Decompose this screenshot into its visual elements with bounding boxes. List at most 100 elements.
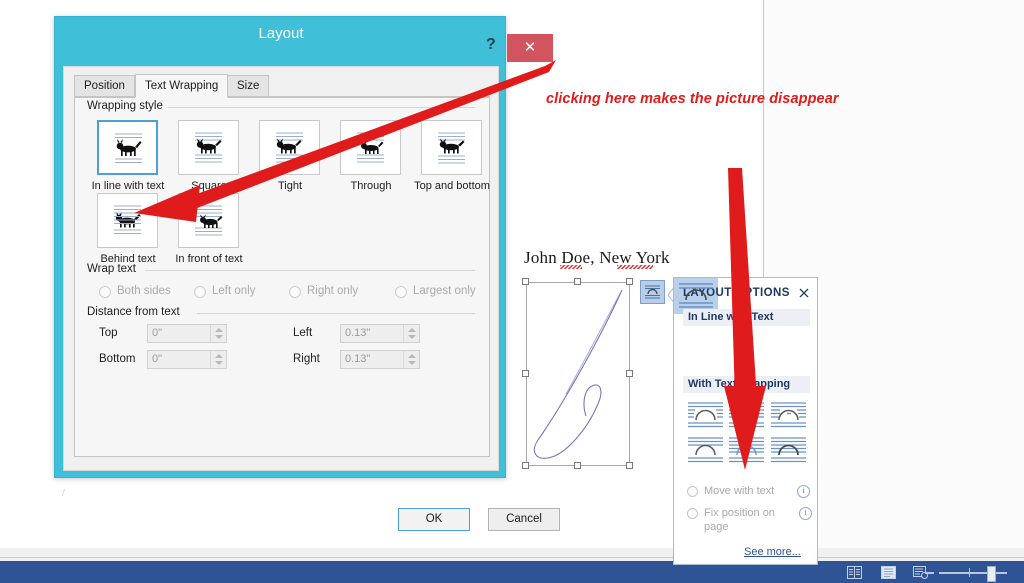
radio-fix-position-label: Fix position on page bbox=[704, 507, 775, 533]
layout-option-tight[interactable] bbox=[728, 400, 765, 430]
info-icon[interactable]: i bbox=[797, 485, 810, 498]
tab-text-wrapping[interactable]: Text Wrapping bbox=[135, 74, 229, 98]
wrap-inline-icon bbox=[645, 285, 660, 299]
info-icon[interactable]: i bbox=[799, 507, 812, 520]
resize-handle-e[interactable] bbox=[626, 370, 633, 377]
spinner-up-icon[interactable] bbox=[215, 354, 223, 358]
wrap-label: In line with text bbox=[91, 180, 165, 192]
wrap-behind-icon bbox=[729, 437, 764, 463]
layout-options-anchor-button[interactable] bbox=[640, 280, 665, 304]
wrap-label: Tight bbox=[277, 180, 303, 192]
resize-handle-w[interactable] bbox=[522, 370, 529, 377]
layout-options-panel: LAYOUT OPTIONS In Line with Text With Te… bbox=[673, 277, 818, 565]
dialog-body: Position Text Wrapping Size Wrapping sty… bbox=[63, 66, 560, 531]
radio-move-with-text-label: Move with text bbox=[704, 485, 775, 497]
layout-option-behind-text[interactable] bbox=[728, 435, 765, 465]
field-label: Left bbox=[293, 327, 313, 339]
signature-drawing bbox=[533, 289, 623, 459]
dialog-title: Layout bbox=[258, 25, 304, 42]
wrap-thumb[interactable] bbox=[97, 193, 158, 248]
group-label-distance-from-text: Distance from text bbox=[87, 306, 185, 318]
read-mode-icon[interactable] bbox=[847, 566, 862, 579]
radio-fix-position-on-page[interactable]: Fix position on page i bbox=[687, 506, 812, 538]
radio-dot bbox=[395, 286, 407, 298]
radio-move-with-text[interactable]: Move with text i bbox=[687, 484, 812, 500]
selected-picture[interactable] bbox=[522, 278, 633, 469]
section-in-line-with-text: In Line with Text bbox=[683, 309, 810, 326]
resize-handle-sw[interactable] bbox=[522, 462, 529, 469]
spinner-top[interactable] bbox=[210, 325, 226, 342]
radio-label: Left only bbox=[212, 285, 256, 297]
spinner-up-icon[interactable] bbox=[408, 328, 416, 332]
wrap-through-icon bbox=[771, 402, 806, 428]
tab-position[interactable]: Position bbox=[74, 75, 135, 97]
spinner-right[interactable] bbox=[403, 351, 419, 368]
wrap-inline-icon bbox=[115, 133, 142, 164]
resize-handle-n[interactable] bbox=[574, 278, 581, 285]
group-label-wrap-text: Wrap text bbox=[87, 263, 141, 275]
layout-option-top-and-bottom[interactable] bbox=[687, 435, 724, 465]
spinner-up-icon[interactable] bbox=[215, 328, 223, 332]
wrap-label: Square bbox=[191, 180, 227, 192]
wrap-thumb[interactable] bbox=[421, 120, 482, 175]
wrap-square-icon bbox=[195, 132, 222, 163]
spinner-left[interactable] bbox=[403, 325, 419, 342]
tab-size[interactable]: Size bbox=[227, 75, 270, 97]
wrap-topbottom-icon bbox=[438, 132, 465, 164]
print-layout-icon[interactable] bbox=[881, 566, 896, 579]
spinner-bottom[interactable] bbox=[210, 351, 226, 368]
cancel-button[interactable]: Cancel bbox=[488, 508, 560, 531]
spellcheck-squiggle bbox=[617, 265, 653, 269]
spinner-down-icon[interactable] bbox=[215, 335, 223, 339]
spellcheck-squiggle bbox=[560, 265, 582, 269]
input-box[interactable]: 0" bbox=[147, 324, 227, 343]
resize-handle-ne[interactable] bbox=[626, 278, 633, 285]
zoom-slider[interactable] bbox=[925, 566, 1017, 582]
wrap-infront-icon bbox=[771, 437, 806, 463]
spinner-down-icon[interactable] bbox=[408, 335, 416, 339]
spinner-down-icon[interactable] bbox=[408, 361, 416, 365]
field-value: 0.13" bbox=[345, 327, 371, 339]
close-button[interactable]: ✕ bbox=[507, 34, 553, 62]
spinner-down-icon[interactable] bbox=[215, 361, 223, 365]
wrap-thumb[interactable] bbox=[178, 120, 239, 175]
radio-dot bbox=[687, 508, 698, 519]
wrap-label: Top and bottom bbox=[414, 180, 490, 192]
wrap-thumb[interactable] bbox=[340, 120, 401, 175]
wrap-thumb[interactable] bbox=[259, 120, 320, 175]
see-more-link[interactable]: See more... bbox=[744, 546, 801, 558]
layout-dialog: Layout ? ✕ Position Text Wrapping Size W… bbox=[54, 16, 560, 531]
input-box[interactable]: 0.13" bbox=[340, 350, 420, 369]
zoom-thumb[interactable] bbox=[987, 566, 996, 582]
wrap-square-icon bbox=[688, 402, 723, 428]
status-bar bbox=[0, 561, 1024, 583]
radio-dot bbox=[289, 286, 301, 298]
layout-option-in-front-of-text[interactable] bbox=[770, 435, 807, 465]
close-icon: ✕ bbox=[523, 39, 537, 56]
help-icon[interactable]: ? bbox=[486, 37, 496, 53]
annotation-text: clicking here makes the picture disappea… bbox=[546, 91, 839, 107]
wrap-topbottom-icon bbox=[688, 437, 723, 463]
resize-handle-nw[interactable] bbox=[522, 278, 529, 285]
wrap-thumb[interactable] bbox=[97, 120, 158, 175]
text-caret-mark: / bbox=[62, 487, 66, 499]
resize-handle-se[interactable] bbox=[626, 462, 633, 469]
wrap-tight-icon bbox=[729, 402, 764, 428]
wrap-tight-icon bbox=[276, 132, 303, 163]
layout-option-through[interactable] bbox=[770, 400, 807, 430]
input-box[interactable]: 0" bbox=[147, 350, 227, 369]
ok-button[interactable]: OK bbox=[398, 508, 470, 531]
spinner-up-icon[interactable] bbox=[408, 354, 416, 358]
layout-option-square[interactable] bbox=[687, 400, 724, 430]
wrap-thumb[interactable] bbox=[178, 193, 239, 248]
wrap-behind-icon bbox=[114, 205, 141, 235]
group-label-wrapping-style: Wrapping style bbox=[87, 100, 168, 112]
input-box[interactable]: 0.13" bbox=[340, 324, 420, 343]
close-icon[interactable] bbox=[797, 286, 811, 300]
field-value: 0" bbox=[152, 327, 163, 339]
resize-handle-s[interactable] bbox=[574, 462, 581, 469]
radio-dot bbox=[687, 486, 698, 497]
zoom-out-button[interactable] bbox=[925, 572, 934, 574]
layout-option-in-line-with-text[interactable] bbox=[674, 278, 718, 314]
text-wrapping-panel: Wrapping style In line with text Square … bbox=[74, 97, 490, 457]
